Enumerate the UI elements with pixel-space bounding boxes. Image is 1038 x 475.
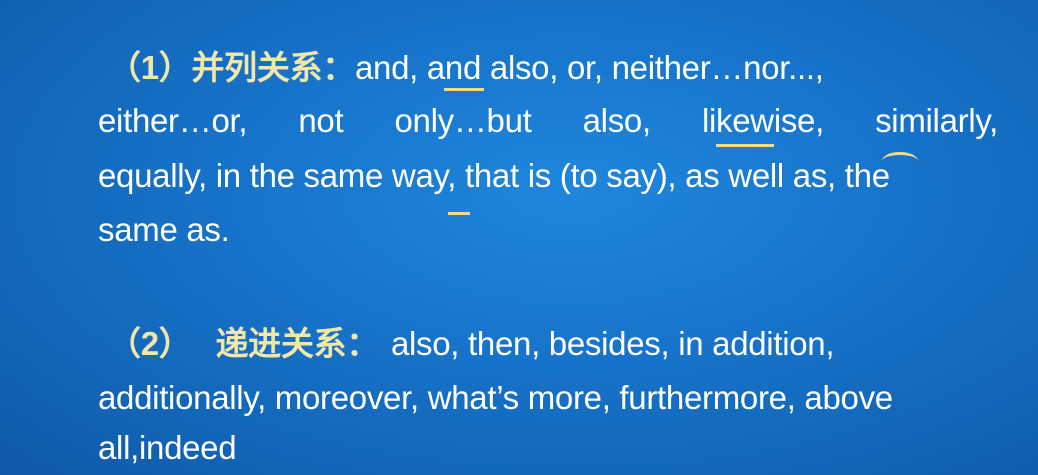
- section-1-word: either…or,: [98, 102, 248, 139]
- section-1-line-3: equally, in the same way, that is (to sa…: [98, 157, 890, 194]
- arc-mark: [882, 152, 918, 161]
- section-2-number: （2）: [108, 325, 192, 362]
- underline-mark: [448, 212, 470, 215]
- underline-mark: [716, 144, 774, 147]
- slide-content: （1）并列关系：and, and also, or, neither…nor..…: [0, 0, 1038, 475]
- section-1-line-4: same as.: [98, 211, 230, 248]
- section-1-title: 并列关系：: [191, 49, 355, 86]
- section-1-word: also,: [582, 102, 652, 139]
- section-1-heading-line: （1）并列关系：and, and also, or, neither…nor..…: [108, 48, 1008, 88]
- underline-mark: [444, 88, 484, 91]
- section-2-line-2: additionally, moreover, what’s more, fur…: [98, 379, 893, 416]
- section-1-word: similarly,: [875, 102, 998, 139]
- section-2-first-line: also, then, besides, in addition,: [390, 325, 835, 362]
- section-1-first-line: and, and also, or, neither…nor...,: [354, 49, 824, 86]
- section-1-number: （1）: [108, 49, 192, 86]
- section-2-title: 递进关系：: [215, 325, 379, 362]
- section-2-line-3: all,indeed: [98, 429, 237, 466]
- section-2-heading-line: （2） 递进关系： also, then, besides, in addition…: [108, 324, 1008, 364]
- section-1-word: likewise,: [701, 102, 824, 139]
- section-1-word: only…but: [394, 102, 532, 139]
- section-1-word: not: [298, 102, 344, 139]
- section-1-line-2: either…or, not only…but also, likewise, …: [98, 101, 998, 141]
